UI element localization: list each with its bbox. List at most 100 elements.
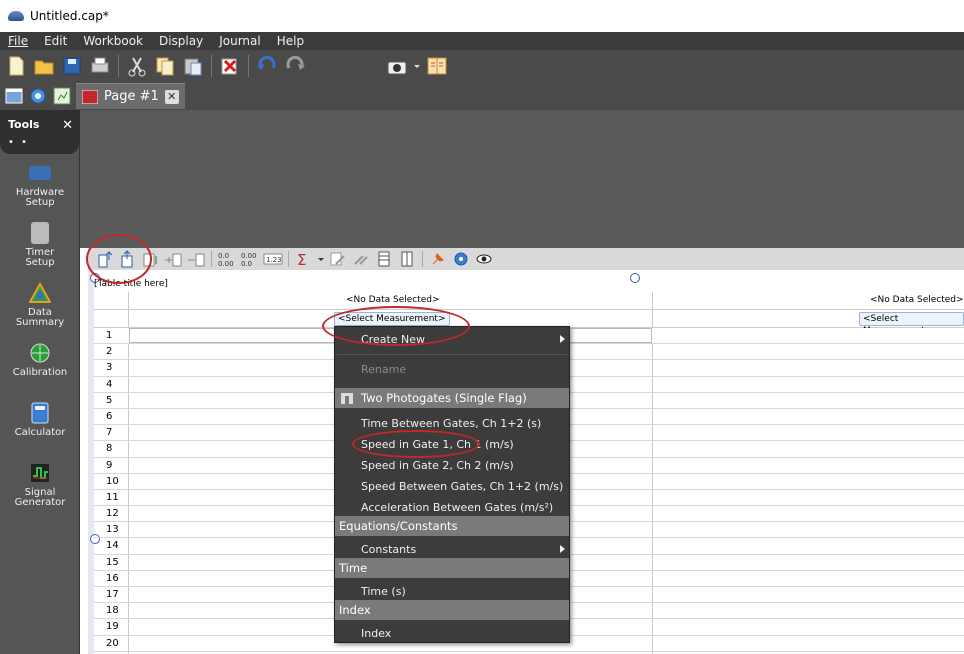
table-toolbar: 0.0 0.00 0.00 0.0 1.23 Σ bbox=[88, 248, 964, 270]
tab-page-1[interactable]: Page #1 ✕ bbox=[76, 83, 185, 109]
cut-icon[interactable] bbox=[125, 54, 149, 78]
copy-icon[interactable] bbox=[153, 54, 177, 78]
svg-text:0.00: 0.00 bbox=[241, 252, 257, 260]
svg-text:Σ: Σ bbox=[297, 251, 306, 268]
menu-workbook[interactable]: Workbook bbox=[75, 34, 151, 48]
workbook-icon[interactable] bbox=[52, 86, 72, 106]
tool-timer-setup[interactable]: Timer Setup bbox=[0, 218, 80, 278]
menu-file[interactable]: File bbox=[0, 34, 36, 48]
page-thumbnail-icon bbox=[82, 89, 98, 104]
menu-display[interactable]: Display bbox=[151, 34, 211, 48]
tool-label: Generator bbox=[14, 497, 66, 508]
undo-icon[interactable] bbox=[255, 54, 279, 78]
camera-icon[interactable] bbox=[385, 54, 409, 78]
tool-calibration[interactable]: Calibration bbox=[0, 338, 80, 398]
statistics-sigma-icon[interactable]: Σ bbox=[294, 250, 314, 269]
camera-dropdown-icon[interactable] bbox=[413, 54, 421, 78]
visibility-eye-icon[interactable] bbox=[474, 250, 494, 268]
menu-item-speed-gate-2[interactable]: Speed in Gate 2, Ch 2 (m/s) bbox=[335, 457, 569, 475]
table-columns-icon[interactable] bbox=[397, 250, 417, 268]
svg-text:0.00: 0.00 bbox=[218, 260, 234, 268]
statistics-dropdown-icon[interactable] bbox=[317, 250, 325, 268]
table-properties-gear-icon[interactable] bbox=[451, 250, 471, 268]
row-number: 19 bbox=[106, 621, 119, 633]
journal-book-icon[interactable] bbox=[425, 54, 449, 78]
column-1-header: <No Data Selected> bbox=[346, 295, 440, 305]
toolbar-separator bbox=[422, 251, 423, 267]
tools-collapse-handle[interactable]: • • bbox=[8, 137, 71, 148]
group-time: Time bbox=[335, 558, 569, 578]
page-workspace bbox=[80, 110, 964, 248]
pin-icon[interactable] bbox=[428, 250, 448, 268]
clear-data-icon[interactable] bbox=[351, 250, 371, 268]
tool-hardware-setup[interactable]: Hardware Setup bbox=[0, 158, 80, 218]
calibration-icon bbox=[30, 343, 50, 363]
submenu-arrow-icon bbox=[560, 335, 565, 343]
increase-precision-icon[interactable]: 0.00 0.0 bbox=[240, 250, 260, 268]
delete-icon[interactable] bbox=[218, 54, 242, 78]
menu-item-acceleration-between-gates[interactable]: Acceleration Between Gates (m/s²) bbox=[335, 499, 569, 517]
menu-item-time-between-gates[interactable]: Time Between Gates, Ch 1+2 (s) bbox=[335, 415, 569, 433]
row-number: 1 bbox=[106, 330, 113, 341]
tools-panel: Tools ✕ • • Hardware Setup Timer Setup D… bbox=[0, 110, 80, 654]
window-icon[interactable] bbox=[4, 86, 24, 106]
row-number: 3 bbox=[106, 362, 113, 374]
row-number: 4 bbox=[106, 378, 113, 390]
row-number: 2 bbox=[106, 346, 113, 358]
tool-calculator[interactable]: Calculator bbox=[0, 398, 80, 458]
table-rows-icon[interactable] bbox=[374, 250, 394, 268]
table-header-row: <No Data Selected> <No Data Selected> bbox=[94, 292, 964, 310]
submenu-arrow-icon bbox=[560, 545, 565, 553]
number-format-icon[interactable]: 1.23 bbox=[263, 250, 283, 268]
window-title: Untitled.cap* bbox=[30, 9, 109, 23]
tool-data-summary[interactable]: Data Summary bbox=[0, 278, 80, 338]
add-row-below-icon[interactable] bbox=[163, 250, 183, 268]
print-icon[interactable] bbox=[88, 54, 112, 78]
row-number: 18 bbox=[106, 605, 119, 617]
tool-signal-generator[interactable]: Signal Generator bbox=[0, 458, 80, 518]
group-index: Index bbox=[335, 600, 569, 620]
tool-label: Setup bbox=[25, 197, 55, 208]
annotation-circle bbox=[86, 234, 152, 284]
column-2-header: <No Data Selected> bbox=[870, 295, 964, 305]
toolbar-separator bbox=[118, 55, 119, 77]
annotation-circle bbox=[322, 306, 470, 346]
column-2-select-measurement-button[interactable]: <Select Measurement> bbox=[859, 312, 964, 336]
decrease-precision-icon[interactable]: 0.0 0.00 bbox=[217, 250, 237, 268]
row-number: 5 bbox=[106, 394, 113, 406]
tools-close-icon[interactable]: ✕ bbox=[62, 118, 73, 133]
tab-label: Page #1 bbox=[104, 89, 159, 104]
row-number: 9 bbox=[106, 459, 113, 471]
row-number: 12 bbox=[106, 508, 119, 520]
new-file-icon[interactable] bbox=[4, 54, 28, 78]
row-number: 15 bbox=[106, 556, 119, 568]
edit-data-icon[interactable] bbox=[328, 250, 348, 268]
menu-item-index[interactable]: Index bbox=[335, 625, 569, 643]
save-icon[interactable] bbox=[60, 54, 84, 78]
annotation-circle bbox=[352, 430, 480, 458]
svg-text:1.23: 1.23 bbox=[266, 256, 282, 264]
menu-item-speed-between-gates[interactable]: Speed Between Gates, Ch 1+2 (m/s) bbox=[335, 478, 569, 496]
svg-text:0.0: 0.0 bbox=[241, 260, 252, 268]
row-number: 17 bbox=[106, 589, 119, 600]
menu-bar: File Edit Workbook Display Journal Help bbox=[0, 32, 964, 50]
menu-item-constants[interactable]: Constants bbox=[335, 541, 569, 559]
paste-icon[interactable] bbox=[181, 54, 205, 78]
menu-item-time[interactable]: Time (s) bbox=[335, 583, 569, 601]
app-icon bbox=[8, 11, 24, 21]
toolbar-separator bbox=[211, 251, 212, 267]
settings-gear-icon[interactable] bbox=[28, 86, 48, 106]
menu-item-rename: Rename bbox=[361, 363, 407, 376]
menu-edit[interactable]: Edit bbox=[36, 34, 75, 48]
menu-help[interactable]: Help bbox=[269, 34, 312, 48]
open-folder-icon[interactable] bbox=[32, 54, 56, 78]
row-number: 10 bbox=[106, 475, 119, 487]
page-tab-bar: Page #1 ✕ bbox=[0, 82, 964, 110]
tool-label: Calculator bbox=[14, 427, 66, 438]
menu-journal[interactable]: Journal bbox=[211, 34, 269, 48]
redo-icon[interactable] bbox=[283, 54, 307, 78]
delete-row-icon[interactable] bbox=[186, 250, 206, 268]
resize-handle[interactable] bbox=[630, 273, 640, 283]
group-two-photogates: Two Photogates (Single Flag) bbox=[335, 388, 569, 408]
tab-close-icon[interactable]: ✕ bbox=[164, 89, 179, 104]
